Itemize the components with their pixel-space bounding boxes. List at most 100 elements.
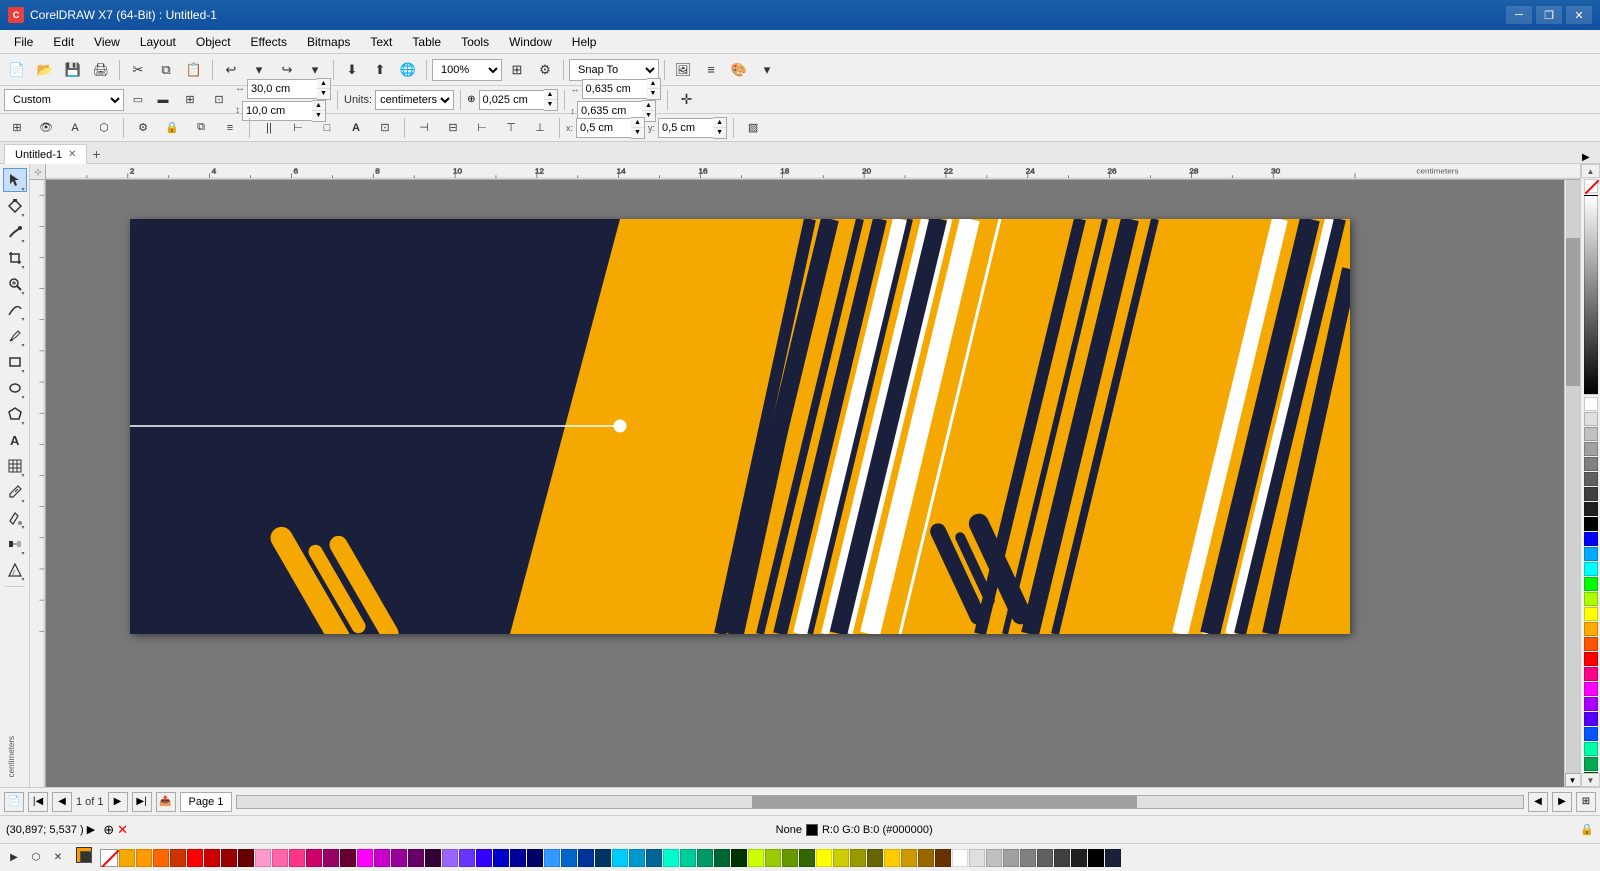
duplicate-btn[interactable]: ⧉: [188, 116, 214, 140]
bottom-swatch[interactable]: [1088, 849, 1104, 867]
bottom-swatch[interactable]: [323, 849, 339, 867]
paste-btn[interactable]: 📋: [181, 58, 207, 82]
interactive-bg[interactable]: ▶: [4, 848, 24, 868]
width-input[interactable]: [247, 79, 317, 99]
ellipse-tool[interactable]: ▾: [3, 376, 27, 400]
bottom-swatch[interactable]: [561, 849, 577, 867]
smear-tool[interactable]: ▾: [3, 220, 27, 244]
align-right[interactable]: ⊢: [469, 116, 495, 140]
bottom-swatch[interactable]: [391, 849, 407, 867]
y-pos-up[interactable]: ▲: [713, 118, 726, 128]
zoom-fit[interactable]: ⊞: [1576, 792, 1596, 812]
distribute-btn[interactable]: ||: [256, 116, 282, 140]
zoom-tool[interactable]: ▾: [3, 272, 27, 296]
page-style-select[interactable]: Custom Letter A4: [4, 89, 124, 111]
quick-access[interactable]: ⚙: [532, 58, 558, 82]
fill-indicator[interactable]: [76, 847, 98, 869]
zoom-to-fit[interactable]: ⊞: [504, 58, 530, 82]
bottom-swatch[interactable]: [1054, 849, 1070, 867]
menu-bitmaps[interactable]: Bitmaps: [297, 33, 360, 51]
color-swatch-404040[interactable]: [1584, 487, 1598, 501]
bottom-swatch[interactable]: [221, 849, 237, 867]
h-scrollbar-thumb[interactable]: [752, 796, 1138, 808]
bottom-swatch[interactable]: [408, 849, 424, 867]
bottom-swatch[interactable]: [901, 849, 917, 867]
import-btn[interactable]: ⬇: [339, 58, 365, 82]
menu-table[interactable]: Table: [402, 33, 451, 51]
menu-effects[interactable]: Effects: [241, 33, 297, 51]
color-swatch-00aa55[interactable]: [1584, 757, 1598, 771]
page-prev[interactable]: ◀: [52, 792, 72, 812]
color-swatch-808080[interactable]: [1584, 457, 1598, 471]
x-pos-up[interactable]: ▲: [631, 118, 644, 128]
bottom-swatch[interactable]: [510, 849, 526, 867]
new-btn[interactable]: 📄: [4, 58, 30, 82]
close-button[interactable]: ✕: [1566, 6, 1592, 24]
color-swatch-ff5500[interactable]: [1584, 637, 1598, 651]
nudge-input[interactable]: [479, 90, 544, 110]
nudge-spin-up[interactable]: ▲: [544, 90, 557, 100]
lock-status-icon[interactable]: 🔒: [1580, 823, 1594, 836]
units-select[interactable]: centimeters inches pixels millimeters: [375, 90, 454, 110]
bottom-swatch[interactable]: [1071, 849, 1087, 867]
color-swatch-aa00ff[interactable]: [1584, 697, 1598, 711]
bottom-swatch[interactable]: [782, 849, 798, 867]
bottom-swatch[interactable]: [884, 849, 900, 867]
h-scrollbar[interactable]: [236, 795, 1524, 809]
menu-edit[interactable]: Edit: [43, 33, 84, 51]
pen-tool[interactable]: ▾: [3, 324, 27, 348]
bottom-swatch[interactable]: [289, 849, 305, 867]
bottom-swatch[interactable]: [442, 849, 458, 867]
lock-btn[interactable]: 🔒: [159, 116, 185, 140]
color-swatch-00ff00[interactable]: [1584, 577, 1598, 591]
snap-icon1[interactable]: ⊕: [103, 822, 114, 838]
bottom-swatch[interactable]: [714, 849, 730, 867]
menu-tools[interactable]: Tools: [451, 33, 499, 51]
arrow-icon[interactable]: ▶: [87, 824, 95, 836]
arrange-btn[interactable]: ≡: [217, 116, 243, 140]
menu-layout[interactable]: Layout: [130, 33, 186, 51]
color-swatch-000000[interactable]: [1584, 517, 1598, 531]
bottom-swatch[interactable]: [612, 849, 628, 867]
color-swatch-00ffaa[interactable]: [1584, 742, 1598, 756]
nudge-spin-down[interactable]: ▼: [544, 100, 557, 110]
bottom-swatch[interactable]: [493, 849, 509, 867]
new-tab-btn[interactable]: +: [87, 145, 105, 163]
color-swatch-ffff00[interactable]: [1584, 607, 1598, 621]
bottom-swatch[interactable]: [816, 849, 832, 867]
color-swatch-a0a0a0[interactable]: [1584, 442, 1598, 456]
color-swatch-0055ff[interactable]: [1584, 727, 1598, 741]
dup-x-spin-down[interactable]: ▼: [647, 89, 660, 99]
restore-button[interactable]: ❐: [1536, 6, 1562, 24]
align-btn[interactable]: ⊢: [285, 116, 311, 140]
bottom-swatch[interactable]: [799, 849, 815, 867]
color-swatch-ffaa00[interactable]: [1584, 622, 1598, 636]
bottom-swatch[interactable]: [595, 849, 611, 867]
document-tab[interactable]: Untitled-1 ✕: [4, 144, 87, 164]
blend-tool[interactable]: ▾: [3, 532, 27, 556]
interactive-fill[interactable]: ▾: [3, 558, 27, 582]
x-pos-input[interactable]: [576, 118, 631, 138]
shape-tool[interactable]: ▾: [3, 194, 27, 218]
page-export-btn[interactable]: 📤: [156, 792, 176, 812]
align-top[interactable]: ⊤: [498, 116, 524, 140]
page-last[interactable]: ▶|: [132, 792, 152, 812]
width-spin-down[interactable]: ▼: [317, 89, 330, 99]
bottom-swatch[interactable]: [697, 849, 713, 867]
bottom-swatch[interactable]: [663, 849, 679, 867]
fill-swatch-btn[interactable]: ▧: [740, 116, 766, 140]
color-swatch-ff0000[interactable]: [1584, 652, 1598, 666]
page-add-btn[interactable]: 📄: [4, 792, 24, 812]
publish-btn[interactable]: 🌐: [395, 58, 421, 82]
page-first[interactable]: |◀: [28, 792, 48, 812]
view-bitmap[interactable]: 🖼: [670, 58, 696, 82]
bottom-swatch[interactable]: [306, 849, 322, 867]
export-btn[interactable]: ⬆: [367, 58, 393, 82]
v-scroll-thumb[interactable]: [1566, 238, 1580, 387]
page-size-btn[interactable]: ⊞: [177, 88, 203, 112]
tab-close-icon[interactable]: ✕: [68, 149, 76, 160]
color-swatch-e0e0e0[interactable]: [1584, 412, 1598, 426]
bottom-no-fill[interactable]: [100, 849, 118, 867]
print-btn[interactable]: 🖨: [88, 58, 114, 82]
menu-view[interactable]: View: [84, 33, 130, 51]
